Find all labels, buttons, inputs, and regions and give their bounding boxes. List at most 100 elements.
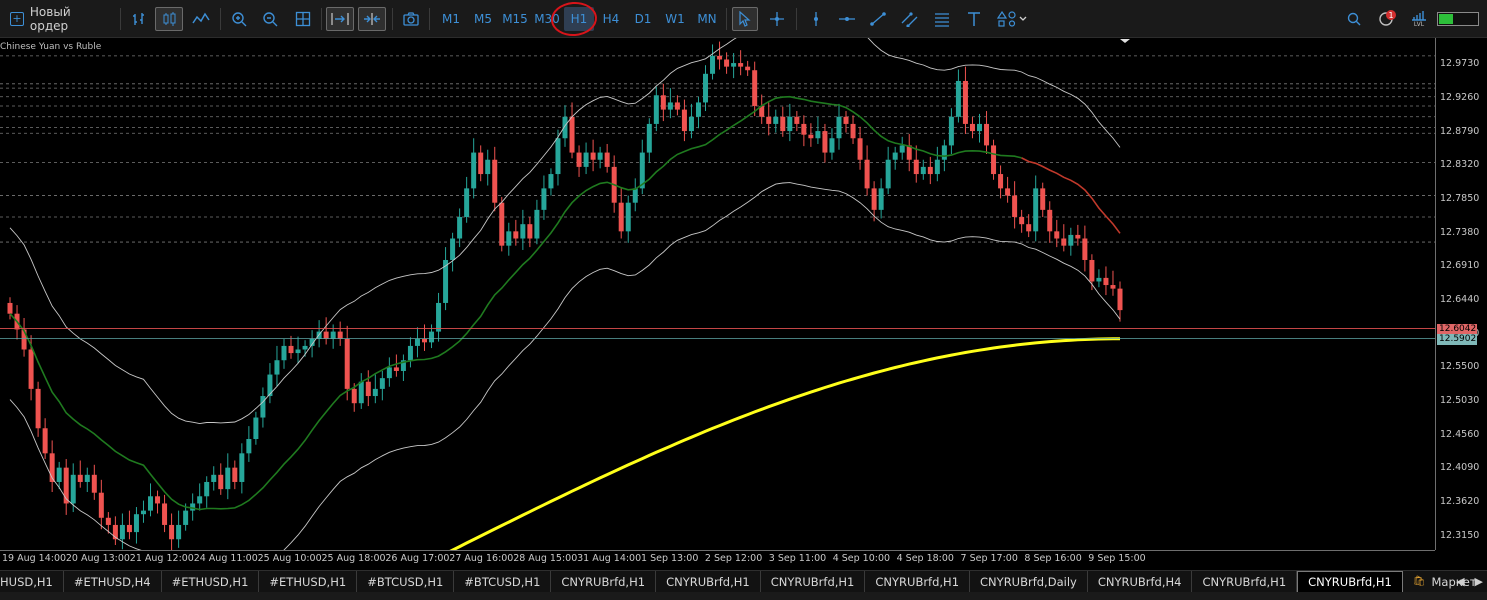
timeframe-m1[interactable]: M1 — [436, 7, 466, 31]
candle-body — [155, 496, 161, 504]
autoscroll-button[interactable] — [358, 7, 386, 31]
tab-label: #BTCUSD,H1 — [367, 574, 444, 589]
toolbar-divider — [429, 8, 430, 30]
toolbar-divider — [392, 8, 393, 30]
candle-body — [56, 467, 62, 482]
candle-body — [1082, 238, 1088, 260]
scroll-left-icon[interactable]: ◀ — [1456, 575, 1464, 588]
chart-tab[interactable]: #ETHUSD,H4 — [64, 571, 162, 592]
chart-tab[interactable]: CNYRUBrfd,H4 — [1088, 571, 1193, 592]
candle-body — [506, 231, 512, 246]
timeframe-mn[interactable]: MN — [692, 7, 722, 31]
time-tick-label: 25 Aug 18:00 — [321, 553, 386, 564]
chart-shift-button[interactable] — [326, 7, 354, 31]
candle-body — [421, 338, 427, 343]
candle-body — [358, 381, 364, 404]
candle-body — [794, 116, 800, 124]
horizontal-line-tool-button[interactable] — [835, 7, 859, 31]
fibonacci-tool-button[interactable] — [930, 7, 954, 31]
candlestick-chart[interactable] — [0, 38, 1435, 550]
crosshair-icon — [770, 12, 784, 26]
candle-body — [330, 331, 336, 339]
shapes-menu-button[interactable] — [994, 7, 1030, 31]
chart-tab[interactable]: CNYRUBrfd,H1 — [1297, 571, 1403, 592]
line-chart-button[interactable] — [189, 7, 213, 31]
tab-label: CNYRUBrfd,H1 — [875, 574, 960, 589]
chart-tab[interactable]: HUSD,H1 — [0, 571, 64, 592]
new-order-button[interactable]: + Новый ордер — [6, 5, 112, 33]
candle-body — [98, 492, 104, 518]
candle-body — [836, 116, 842, 139]
price-tick-label: 12.9730 — [1440, 58, 1480, 70]
scroll-right-icon[interactable]: ▶ — [1475, 575, 1483, 588]
tab-scroll-arrows: ◀ ▶ — [1456, 571, 1483, 592]
chart-tab[interactable]: CNYRUBrfd,H1 — [761, 571, 866, 592]
screenshot-button[interactable] — [399, 7, 423, 31]
candle-body — [780, 116, 786, 132]
candle-body — [414, 338, 420, 346]
crosshair-tool-button[interactable] — [765, 7, 789, 31]
timeframe-d1[interactable]: D1 — [628, 7, 658, 31]
connection-strength-icon — [1437, 12, 1479, 26]
candle-body — [703, 73, 709, 103]
candle-body — [1047, 209, 1053, 232]
candle-body — [941, 145, 947, 160]
time-tick-label: 7 Sep 17:00 — [960, 553, 1018, 564]
zoom-out-button[interactable] — [258, 7, 282, 31]
chart-tab[interactable]: CNYRUBrfd,Daily — [970, 571, 1088, 592]
text-tool-button[interactable] — [962, 7, 986, 31]
channel-tool-button[interactable] — [898, 7, 922, 31]
lvl-label: LVL — [1413, 21, 1425, 28]
zoom-in-button[interactable] — [227, 7, 251, 31]
candle-body — [955, 80, 961, 117]
candle-body — [1068, 234, 1074, 246]
timeframe-m15[interactable]: M15 — [500, 7, 530, 31]
candle-body — [253, 417, 259, 440]
chart-tab[interactable]: CNYRUBrfd,H1 — [865, 571, 971, 592]
chart-tab[interactable]: #BTCUSD,H1 — [357, 571, 455, 592]
candle-body — [337, 331, 343, 339]
candle-body — [766, 116, 772, 124]
chart-tab[interactable]: #ETHUSD,H1 — [259, 571, 358, 592]
timeframe-h4[interactable]: H4 — [596, 7, 626, 31]
candle-body — [35, 388, 41, 429]
candlestick-chart-button[interactable] — [155, 7, 183, 31]
candle-body — [464, 188, 470, 218]
search-button[interactable] — [1343, 7, 1365, 31]
candle-body — [407, 345, 413, 361]
timeframe-w1[interactable]: W1 — [660, 7, 690, 31]
time-tick-label: 26 Aug 17:00 — [385, 553, 450, 564]
candle-body — [246, 439, 252, 454]
chart-tab[interactable]: CNYRUBrfd,H1 — [551, 571, 657, 592]
notifications-button[interactable]: 1 — [1374, 7, 1400, 31]
timeframe-m5[interactable]: M5 — [468, 7, 498, 31]
time-axis[interactable]: 19 Aug 14:00 20 Aug 13:00 21 Aug 12:00 24 A… — [0, 550, 1435, 568]
candle-body — [976, 123, 982, 132]
candle-body — [169, 524, 175, 540]
candle-body — [1061, 238, 1067, 246]
candle-body — [984, 123, 990, 146]
vertical-line-tool-button[interactable] — [804, 7, 828, 31]
chart-tab[interactable]: CNYRUBrfd,H1 — [656, 571, 761, 592]
cursor-tool-button[interactable] — [732, 7, 758, 31]
time-tick-label: 2 Sep 12:00 — [704, 553, 763, 564]
price-axis[interactable]: 12.9730 12.9260 12.8790 12.8320 12.7850 12.73… — [1435, 38, 1487, 550]
chart-tab[interactable]: #ETHUSD,H1 — [162, 571, 260, 592]
chart-tab[interactable]: CNYRUBrfd,H1 — [1192, 571, 1298, 592]
trendline-tool-button[interactable] — [866, 7, 890, 31]
candle-body — [625, 202, 631, 232]
level-indicator[interactable]: LVL — [1407, 7, 1431, 31]
candle-body — [274, 360, 280, 375]
connection-status-bar[interactable] — [1436, 7, 1480, 31]
tile-windows-button[interactable] — [291, 7, 315, 31]
status-strip — [0, 592, 1487, 600]
candle-body — [829, 138, 835, 153]
price-tick-label: 12.4090 — [1440, 462, 1480, 474]
candle-body — [822, 131, 828, 153]
candlestick-icon — [163, 12, 176, 26]
zoom-out-icon — [263, 12, 278, 27]
candle-body — [597, 152, 603, 160]
time-tick-label: 31 Aug 14:00 — [577, 553, 642, 564]
chart-tab[interactable]: #BTCUSD,H1 — [454, 571, 552, 592]
bar-chart-button[interactable] — [127, 7, 151, 31]
